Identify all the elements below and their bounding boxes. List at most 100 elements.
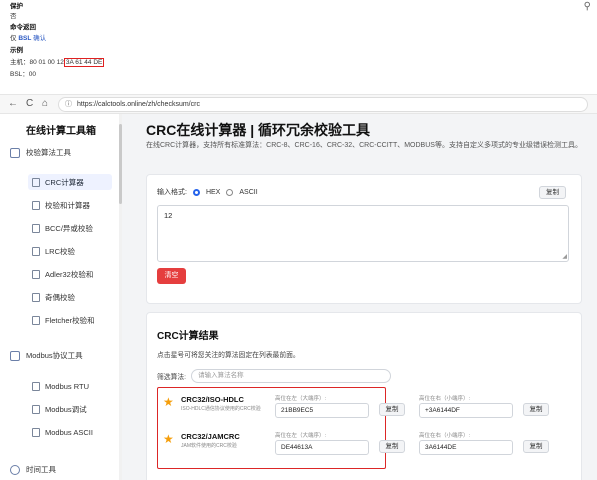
sidebar-item-modbus-debug[interactable]: Modbus调试	[28, 401, 112, 417]
back-icon[interactable]: ←	[8, 98, 18, 109]
sidebar-item-modbus-rtu[interactable]: Modbus RTU	[28, 378, 112, 394]
little-endian-value[interactable]: 3A6144DE	[419, 440, 513, 455]
copy-big-button[interactable]: 复制	[379, 440, 405, 453]
algorithm-name: CRC32/ISO-HDLC	[181, 395, 244, 404]
big-endian-label: 高位在左（大端序）:	[275, 396, 327, 402]
results-card: CRC计算结果 点击星号可将您关注的算法固定在列表最前面。 筛选算法: 请输入算…	[146, 312, 582, 480]
file-icon	[32, 246, 40, 256]
sidebar-group-label: 校验算法工具	[26, 148, 71, 157]
host-highlight: 3A 61 44 DE	[63, 58, 105, 67]
little-endian-label: 高位在右（小端序）:	[419, 396, 471, 402]
sidebar-group-time[interactable]: 时间工具	[10, 464, 56, 475]
ascii-radio[interactable]	[226, 188, 234, 196]
sidebar-item-bcc[interactable]: BCC/异或校验	[28, 220, 112, 236]
copy-little-button[interactable]: 复制	[523, 403, 549, 416]
main-content: CRC在线计算器 | 循环冗余校验工具 在线CRC计算器，支持所有标准算法：CR…	[122, 114, 597, 480]
address-bar[interactable]: ⓘ https://calctools.online/zh/checksum/c…	[58, 97, 588, 112]
result-row: ★ CRC32/JAMCRC JAM软件使用的CRC校验 高位在左（大端序）: …	[157, 430, 577, 466]
sidebar-item-label: Adler32校验和	[45, 269, 94, 279]
star-icon[interactable]: ★	[163, 432, 174, 446]
document-area: 保护 否 命令返回 仅 BSL 确认 示例 主机：80 01 00 12 3A 6…	[0, 0, 597, 92]
file-icon	[32, 292, 40, 302]
sidebar-group-label: 时间工具	[26, 465, 56, 474]
bsl-line: BSL：00	[10, 71, 37, 78]
sidebar-item-label: Modbus调试	[45, 404, 87, 414]
protect-value: 否	[10, 13, 17, 20]
sidebar-item-fletcher[interactable]: Fletcher校验和	[28, 312, 112, 328]
url-text: https://calctools.online/zh/checksum/crc	[77, 101, 200, 108]
filter-input[interactable]: 请输入算法名称	[191, 369, 392, 383]
modbus-icon	[10, 350, 20, 361]
file-icon	[32, 315, 40, 325]
example-label: 示例	[10, 47, 23, 54]
sidebar: 在线计算工具箱 校验算法工具 CRC计算器 校验和计算器 BCC/异或校验 LR…	[0, 114, 122, 480]
sidebar-group-modbus[interactable]: Modbus协议工具	[10, 350, 83, 361]
copy-big-button[interactable]: 复制	[379, 403, 405, 416]
page-title: CRC在线计算器 | 循环冗余校验工具	[146, 122, 371, 138]
browser-bar: ← C ⌂ ⓘ https://calctools.online/zh/chec…	[0, 94, 597, 114]
input-format-label: 输入格式:	[157, 189, 187, 196]
cmd-return-value: 仅 BSL 确认	[10, 35, 46, 43]
big-endian-value[interactable]: 21BB9EC5	[275, 403, 369, 418]
app: 在线计算工具箱 校验算法工具 CRC计算器 校验和计算器 BCC/异或校验 LR…	[0, 114, 597, 480]
results-tip: 点击星号可将您关注的算法固定在列表最前面。	[157, 352, 300, 359]
hex-label[interactable]: HEX	[206, 189, 220, 196]
host-prefix: 主机：80 01 00 12	[10, 59, 64, 66]
sidebar-item-crc[interactable]: CRC计算器	[28, 174, 112, 190]
sidebar-item-label: CRC计算器	[45, 177, 84, 187]
file-icon	[32, 404, 40, 414]
input-card: 输入格式: HEX ASCII 复制 12 ◢ 清空	[146, 174, 582, 304]
home-icon[interactable]: ⌂	[42, 98, 48, 109]
bsl-link[interactable]: BSL	[18, 35, 31, 42]
file-icon	[32, 177, 40, 187]
file-icon	[32, 381, 40, 391]
search-icon[interactable]: ⚲	[584, 1, 591, 12]
result-row: ★ CRC32/ISO-HDLC ISO-HDLC通信协议使用的CRC校验 高位…	[157, 393, 577, 429]
sidebar-group-checksum[interactable]: 校验算法工具	[10, 147, 71, 158]
file-icon	[32, 427, 40, 437]
file-icon	[32, 200, 40, 210]
ascii-label[interactable]: ASCII	[239, 189, 257, 196]
refresh-icon[interactable]: C	[26, 98, 33, 109]
copy-little-button[interactable]: 复制	[523, 440, 549, 453]
host-line: 主机：80 01 00 12 3A 61 44 DE	[10, 58, 105, 67]
input-format: 输入格式: HEX ASCII	[157, 187, 258, 197]
sidebar-item-parity[interactable]: 奇偶校验	[28, 289, 112, 305]
copy-input-button[interactable]: 复制	[539, 186, 566, 199]
algorithm-desc: JAM软件使用的CRC校验	[181, 443, 237, 449]
sidebar-item-checksum[interactable]: 校验和计算器	[28, 197, 112, 213]
sidebar-item-label: Fletcher校验和	[45, 315, 95, 325]
cmd-return-suffix: 确认	[33, 35, 47, 42]
cmd-return-label: 命令返回	[10, 24, 36, 31]
hex-radio[interactable]	[192, 188, 200, 196]
clear-button[interactable]: 清空	[157, 268, 186, 284]
sidebar-item-adler32[interactable]: Adler32校验和	[28, 266, 112, 282]
little-endian-value[interactable]: +3A6144DF	[419, 403, 513, 418]
page-description: 在线CRC计算器，支持所有标准算法：CRC-8、CRC-16、CRC-32、CR…	[146, 142, 582, 149]
sidebar-item-label: BCC/异或校验	[45, 223, 93, 233]
sidebar-item-label: Modbus ASCII	[45, 427, 93, 437]
sidebar-item-label: 奇偶校验	[45, 292, 75, 302]
filter-label: 筛选算法:	[157, 374, 187, 381]
sidebar-item-label: Modbus RTU	[45, 381, 90, 391]
sidebar-item-lrc[interactable]: LRC校验	[28, 243, 112, 259]
document-icon	[10, 147, 20, 158]
sidebar-group-label: Modbus协议工具	[26, 351, 83, 360]
input-value: 12	[164, 211, 173, 220]
sidebar-title: 在线计算工具箱	[26, 126, 96, 137]
file-icon	[32, 223, 40, 233]
resize-handle-icon[interactable]: ◢	[562, 253, 567, 260]
site-info-icon[interactable]: ⓘ	[65, 98, 72, 111]
big-endian-value[interactable]: DE44613A	[275, 440, 369, 455]
star-icon[interactable]: ★	[163, 395, 174, 409]
results-title: CRC计算结果	[157, 331, 219, 342]
sidebar-item-label: LRC校验	[45, 246, 76, 256]
input-textarea[interactable]: 12 ◢	[157, 205, 569, 262]
filter-row: 筛选算法: 请输入算法名称	[157, 369, 392, 383]
algorithm-name: CRC32/JAMCRC	[181, 432, 240, 441]
sidebar-item-label: 校验和计算器	[45, 200, 90, 210]
cmd-return-prefix: 仅	[10, 35, 17, 42]
sidebar-item-modbus-ascii[interactable]: Modbus ASCII	[28, 424, 112, 440]
algorithm-desc: ISO-HDLC通信协议使用的CRC校验	[181, 406, 261, 412]
little-endian-label: 高位在右（小端序）:	[419, 433, 471, 439]
